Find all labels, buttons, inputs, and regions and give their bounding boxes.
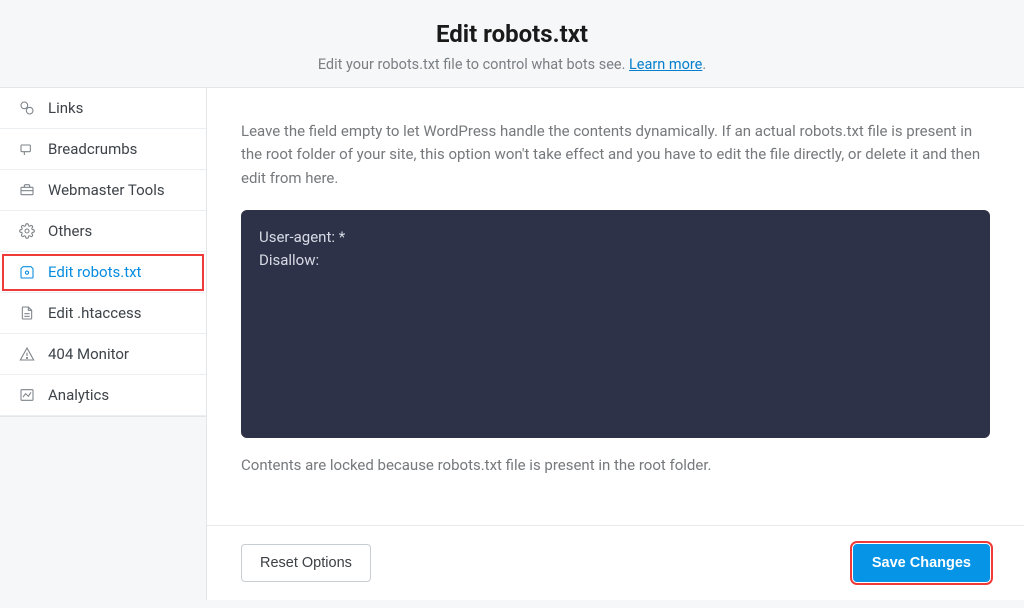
sidebar-item-label: Others (48, 222, 92, 240)
robots-file-icon (18, 263, 36, 281)
sidebar-item-edit-robots[interactable]: Edit robots.txt (0, 252, 206, 293)
footer-bar: Reset Options Save Changes (207, 525, 1024, 600)
sidebar-item-label: Breadcrumbs (48, 140, 137, 158)
reset-options-button[interactable]: Reset Options (241, 544, 371, 582)
sidebar-item-analytics[interactable]: Analytics (0, 375, 206, 416)
save-changes-button[interactable]: Save Changes (853, 544, 990, 582)
toolbox-icon (18, 181, 36, 199)
sidebar-item-others[interactable]: Others (0, 211, 206, 252)
description-text: Leave the field empty to let WordPress h… (241, 120, 990, 190)
sidebar-item-label: Webmaster Tools (48, 181, 165, 199)
sidebar-item-label: 404 Monitor (48, 345, 129, 363)
links-icon (18, 99, 36, 117)
sidebar-item-webmaster-tools[interactable]: Webmaster Tools (0, 170, 206, 211)
locked-note: Contents are locked because robots.txt f… (241, 456, 990, 474)
gear-icon (18, 222, 36, 240)
settings-sidebar: Links Breadcrumbs Webmaster Tools Others (0, 88, 207, 600)
sidebar-item-label: Edit .htaccess (48, 304, 142, 322)
robots-editor[interactable]: User-agent: * Disallow: (241, 210, 990, 438)
page-subtitle: Edit your robots.txt file to control wha… (0, 56, 1024, 73)
page-header: Edit robots.txt Edit your robots.txt fil… (0, 0, 1024, 88)
learn-more-link[interactable]: Learn more (629, 56, 702, 73)
page-title: Edit robots.txt (0, 20, 1024, 48)
sidebar-item-breadcrumbs[interactable]: Breadcrumbs (0, 129, 206, 170)
main-panel: Leave the field empty to let WordPress h… (206, 88, 1024, 600)
warning-icon (18, 345, 36, 363)
file-icon (18, 304, 36, 322)
sidebar-item-label: Analytics (48, 386, 109, 404)
sidebar-item-edit-htaccess[interactable]: Edit .htaccess (0, 293, 206, 334)
sidebar-item-404-monitor[interactable]: 404 Monitor (0, 334, 206, 375)
sidebar-item-label: Edit robots.txt (48, 263, 141, 281)
breadcrumbs-icon (18, 140, 36, 158)
sidebar-item-label: Links (48, 99, 83, 117)
sidebar-item-links[interactable]: Links (0, 88, 206, 129)
analytics-icon (18, 386, 36, 404)
